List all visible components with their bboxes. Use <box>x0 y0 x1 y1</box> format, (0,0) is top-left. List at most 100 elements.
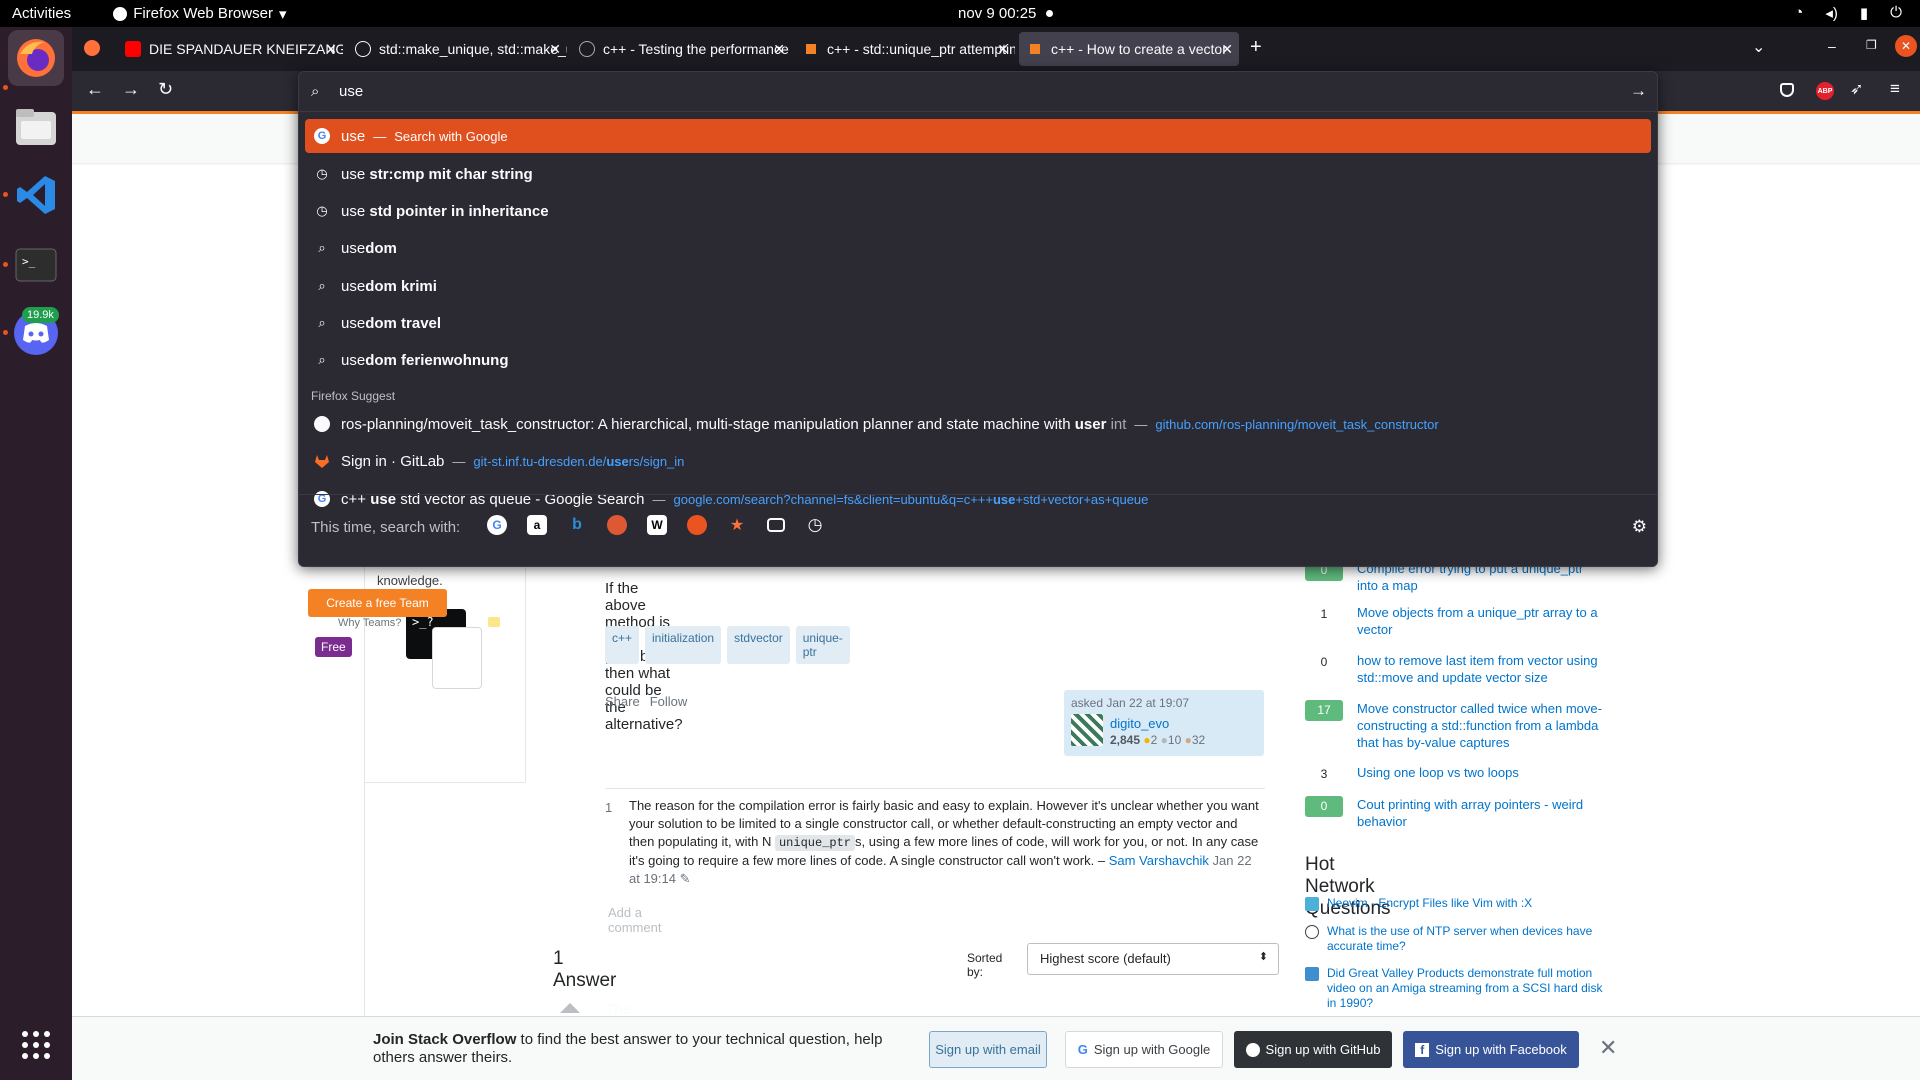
running-indicator-icon <box>3 330 8 335</box>
url-suggestion-row[interactable]: ⌕ use dom krimi <box>305 269 1651 303</box>
url-suggestion-row[interactable]: ⌕ use dom <box>305 231 1651 265</box>
url-suggestion-row[interactable]: G use — Search with Google <box>305 119 1651 153</box>
url-suggestion-row[interactable]: ros-planning/moveit_task_constructor: A … <box>305 407 1651 441</box>
tag[interactable]: unique-ptr <box>795 626 850 664</box>
firefox-view-icon[interactable] <box>84 40 100 56</box>
tab-1[interactable]: std::make_unique, std::make_unique ✕ <box>347 32 567 66</box>
question-link[interactable]: how to remove last item from vector usin… <box>1357 652 1607 686</box>
list-item[interactable]: What is the use of NTP server when devic… <box>1305 924 1605 954</box>
question-link[interactable]: Move objects from a unique_ptr array to … <box>1357 604 1607 638</box>
running-indicator-icon <box>3 192 8 197</box>
reload-icon[interactable]: ↻ <box>158 79 173 100</box>
discord-badge: 19.9k <box>22 307 59 323</box>
signup-facebook-button[interactable]: f Sign up with Facebook <box>1403 1031 1579 1068</box>
answer-score: 1 <box>1320 607 1328 621</box>
terminal-icon[interactable]: >_ <box>8 237 64 293</box>
close-icon[interactable]: ✕ <box>773 41 785 58</box>
app-menu[interactable]: Firefox Web Browser ▾ <box>113 5 286 23</box>
hnq-link[interactable]: What is the use of NTP server when devic… <box>1327 924 1605 954</box>
comment-user[interactable]: Sam Varshavchik <box>1109 853 1209 868</box>
tab-2[interactable]: c++ - Testing the performance ✕ <box>571 32 791 66</box>
list-item[interactable]: Did Great Valley Products demonstrate fu… <box>1305 966 1605 1011</box>
extension-rocket-icon[interactable]: ➶ <box>1850 79 1863 99</box>
close-icon[interactable]: ✕ <box>1599 1035 1617 1061</box>
question-link[interactable]: Move constructor called twice when move-… <box>1357 700 1607 751</box>
tag[interactable]: stdvector <box>727 626 790 664</box>
url-suggestion-row[interactable]: ⌕ use dom travel <box>305 306 1651 340</box>
signup-google-button[interactable]: G Sign up with Google <box>1065 1031 1223 1068</box>
list-item[interactable]: 1 Move objects from a unique_ptr array t… <box>1305 604 1607 638</box>
firefox-icon[interactable] <box>8 30 64 86</box>
list-item[interactable]: 0 how to remove last item from vector us… <box>1305 652 1607 686</box>
url-suggestion-row[interactable]: ⌕ use dom ferienwohnung <box>305 343 1651 377</box>
tab-4[interactable]: c++ - How to create a vector ✕ <box>1019 32 1239 66</box>
list-item[interactable]: 17 Move constructor called twice when mo… <box>1305 700 1607 751</box>
answer-score: 0 <box>1320 655 1328 669</box>
clock[interactable]: nov 9 00:25 <box>958 5 1054 22</box>
app-grid-icon[interactable] <box>8 1017 64 1073</box>
url-suggestion-row[interactable]: ◷ use str:cmp mit char string <box>305 157 1651 191</box>
bing-icon[interactable]: b <box>567 515 587 535</box>
menu-icon[interactable]: ≡ <box>1890 79 1900 99</box>
activities-button[interactable]: Activities <box>12 5 71 22</box>
tag[interactable]: c++ <box>605 626 640 664</box>
tag[interactable]: initialization <box>645 626 722 664</box>
list-item[interactable]: Neovim - Encrypt Files like Vim with :X <box>1305 896 1605 911</box>
tab-3[interactable]: c++ - std::unique_ptr attempting ✕ <box>795 32 1015 66</box>
why-teams-link[interactable]: Why Teams? <box>338 617 401 629</box>
close-icon[interactable]: ✕ <box>549 41 561 58</box>
addon-search-icon[interactable] <box>687 515 707 535</box>
tab-0[interactable]: DIE SPANDAUER KNEIFZANGE ✕ <box>117 32 343 66</box>
list-item[interactable]: 3 Using one loop vs two loops <box>1305 764 1607 785</box>
share-link[interactable]: Share <box>605 694 640 709</box>
tab-title: c++ - std::unique_ptr attempting <box>827 41 1015 57</box>
avatar[interactable] <box>1071 714 1103 746</box>
minimize-icon[interactable]: – <box>1828 38 1836 54</box>
asker-name[interactable]: digito_evo <box>1110 716 1169 731</box>
upvote-icon[interactable] <box>560 1003 580 1013</box>
follow-link[interactable]: Follow <box>650 694 688 709</box>
vi-icon <box>1305 897 1319 911</box>
url-bar[interactable]: ⌕ use → <box>299 72 1657 112</box>
history-icon[interactable]: ◷ <box>805 515 825 535</box>
question-link[interactable]: Cout printing with array pointers - weir… <box>1357 796 1607 830</box>
duckduckgo-icon[interactable] <box>607 515 627 535</box>
forward-icon[interactable]: → <box>122 79 140 100</box>
adblock-icon[interactable]: ABP <box>1816 82 1834 100</box>
create-team-button[interactable]: Create a free Team <box>308 589 447 617</box>
close-icon[interactable]: ✕ <box>325 41 337 58</box>
new-tab-icon[interactable]: + <box>1250 36 1262 59</box>
tabs-icon[interactable] <box>767 518 785 532</box>
close-window-icon[interactable]: ✕ <box>1895 35 1917 57</box>
files-icon[interactable] <box>8 99 64 155</box>
url-suggestion-row[interactable]: Sign in · GitLab — git-st.inf.tu-dresden… <box>305 444 1651 478</box>
go-arrow-icon[interactable]: → <box>1630 81 1647 101</box>
gear-icon[interactable]: ⚙ <box>1632 517 1647 537</box>
back-icon[interactable]: ← <box>86 79 104 100</box>
close-icon[interactable]: ✕ <box>1221 41 1233 58</box>
close-icon[interactable]: ✕ <box>997 41 1009 58</box>
url-suggestion-row[interactable]: ◷ use std pointer in inheritance <box>305 194 1651 228</box>
facebook-icon: f <box>1415 1042 1430 1057</box>
wikipedia-icon[interactable]: W <box>647 515 667 535</box>
list-item[interactable]: 0 Cout printing with array pointers - we… <box>1305 796 1607 830</box>
sort-select[interactable]: Highest score (default) ⬍ <box>1027 943 1279 975</box>
question-link[interactable]: Using one loop vs two loops <box>1357 764 1607 785</box>
bookmarks-icon[interactable]: ★ <box>727 515 747 535</box>
signup-github-button[interactable]: Sign up with GitHub <box>1234 1031 1392 1068</box>
globe-icon <box>579 41 595 57</box>
amazon-icon[interactable]: a <box>527 515 547 535</box>
google-icon[interactable]: G <box>487 515 507 535</box>
volume-icon: ◂) <box>1825 5 1838 22</box>
vscode-icon[interactable] <box>8 167 64 223</box>
hnq-link[interactable]: Neovim - Encrypt Files like Vim with :X <box>1327 896 1532 911</box>
url-input[interactable]: use <box>339 83 363 100</box>
system-tray[interactable]: ◔ ◂) ▮ ⏻ <box>1794 4 1902 22</box>
notification-dot-icon <box>1046 10 1054 17</box>
pocket-icon[interactable] <box>1780 83 1794 97</box>
hnq-link[interactable]: Did Great Valley Products demonstrate fu… <box>1327 966 1605 1011</box>
maximize-icon[interactable]: ❐ <box>1866 38 1877 52</box>
signup-email-button[interactable]: Sign up with email <box>929 1031 1047 1068</box>
list-tabs-icon[interactable]: ⌄ <box>1752 37 1765 57</box>
add-comment-link[interactable]: Add a comment <box>608 905 661 935</box>
